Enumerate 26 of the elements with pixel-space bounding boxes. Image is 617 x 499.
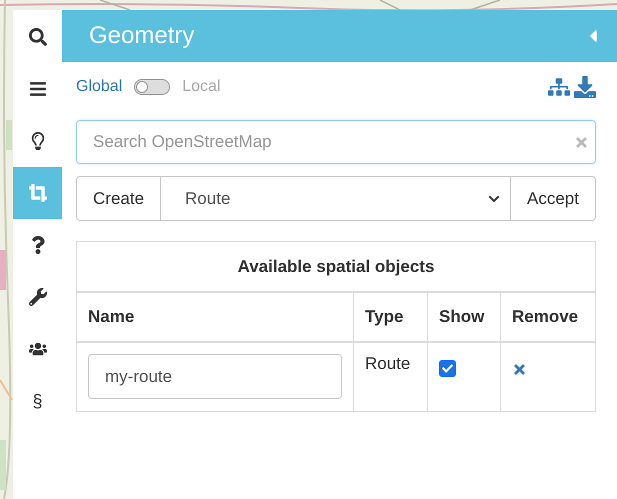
check-icon (442, 363, 453, 374)
users-icon (28, 340, 46, 358)
create-button[interactable]: Create (76, 176, 162, 221)
scope-switch[interactable] (134, 79, 170, 95)
name-field[interactable]: my-route (88, 354, 342, 399)
search-icon (28, 28, 46, 46)
table-cell: Route (353, 343, 427, 411)
show-checkbox[interactable] (439, 360, 456, 377)
sitemap-icon[interactable] (548, 76, 570, 98)
remove-icon[interactable] (512, 362, 527, 377)
column-header: Show (427, 293, 500, 343)
local-label: Local (182, 78, 220, 96)
global-label: Global (76, 78, 122, 96)
sidebar-tab[interactable]: § (13, 375, 62, 427)
column-header: Name (77, 293, 353, 343)
search-field[interactable]: Search OpenStreetMap (76, 120, 596, 164)
wrench-icon (28, 288, 46, 306)
crop-icon (28, 184, 46, 202)
download-icon[interactable] (574, 76, 596, 98)
column-header: Type (353, 293, 427, 343)
table-title: Available spatial objects (77, 242, 595, 293)
column-header: Remove (500, 293, 595, 343)
type-select[interactable]: Route (161, 176, 510, 221)
accept-button[interactable]: Accept (510, 176, 596, 221)
panel-title: Geometry (89, 22, 194, 50)
menu-icon (28, 80, 46, 98)
